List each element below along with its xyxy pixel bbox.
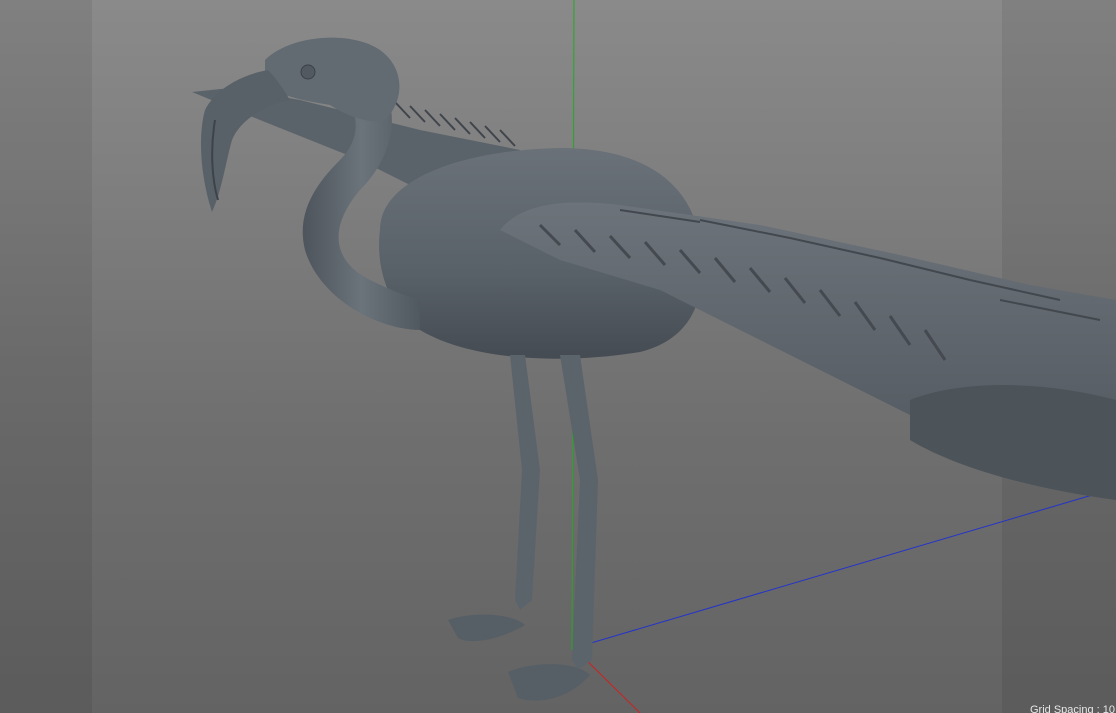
scene-render [192,0,1116,713]
eye [300,64,316,80]
3d-viewport[interactable]: Grid Spacing : 10 [0,0,1116,713]
grid-spacing-readout: Grid Spacing : 10 [1030,704,1115,713]
z-axis-line [573,487,1116,649]
legs [448,355,598,701]
